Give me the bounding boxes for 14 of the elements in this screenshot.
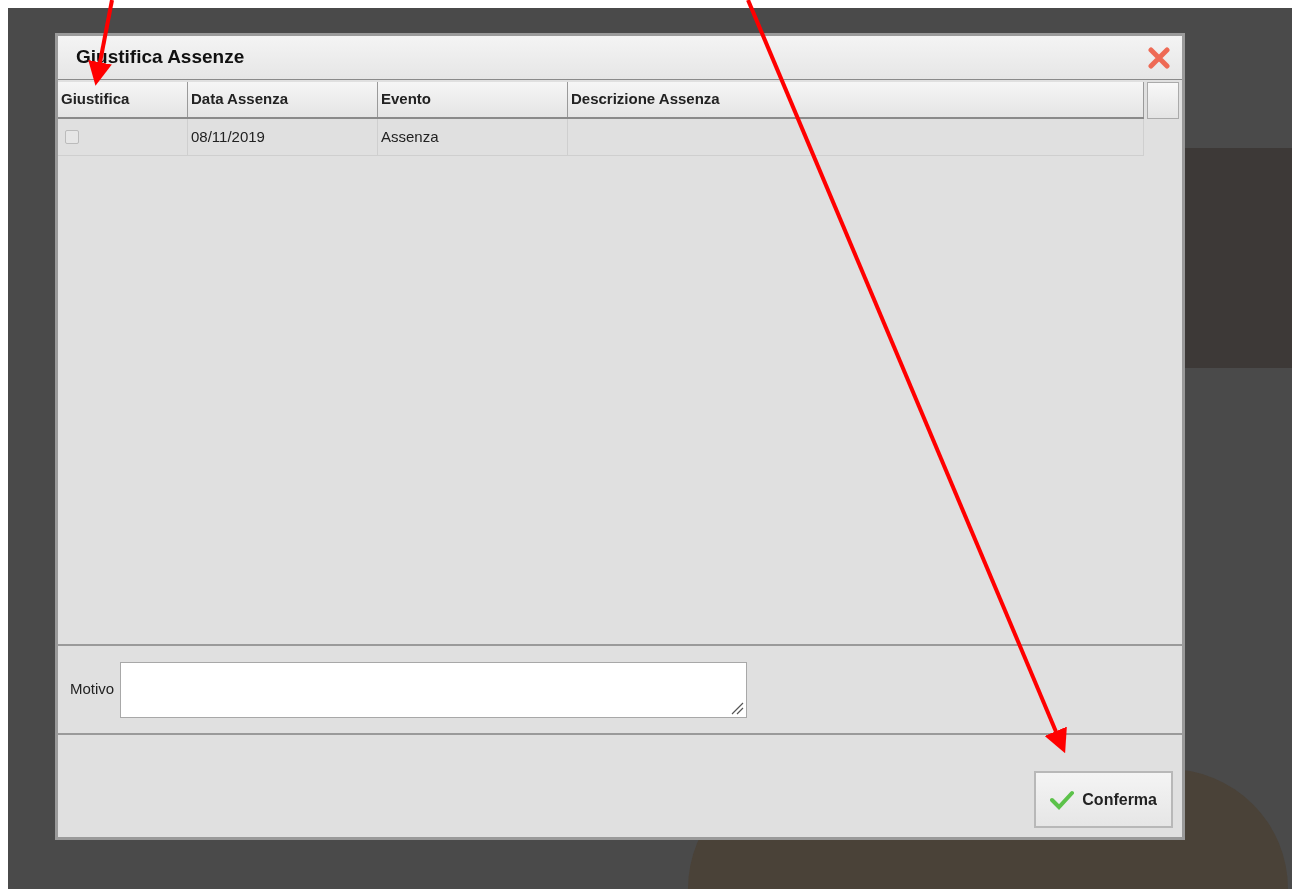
column-header[interactable]: Data Assenza <box>188 82 378 117</box>
confirm-button[interactable]: Conferma <box>1034 771 1173 828</box>
motivo-field[interactable] <box>120 661 748 718</box>
column-header[interactable]: Evento <box>378 82 568 117</box>
table-cell: Assenza <box>378 119 568 155</box>
column-header[interactable]: Descrizione Assenza <box>568 82 1144 117</box>
checkbox[interactable] <box>65 130 79 144</box>
checkmark-icon <box>1050 789 1075 810</box>
resize-grip-icon[interactable] <box>730 700 745 715</box>
scroll-header <box>1147 82 1179 119</box>
motivo-label: Motivo <box>70 679 115 700</box>
column-header[interactable]: Giustifica <box>58 82 188 117</box>
close-icon[interactable] <box>1148 46 1170 69</box>
table-cell: 08/11/2019 <box>188 119 378 155</box>
